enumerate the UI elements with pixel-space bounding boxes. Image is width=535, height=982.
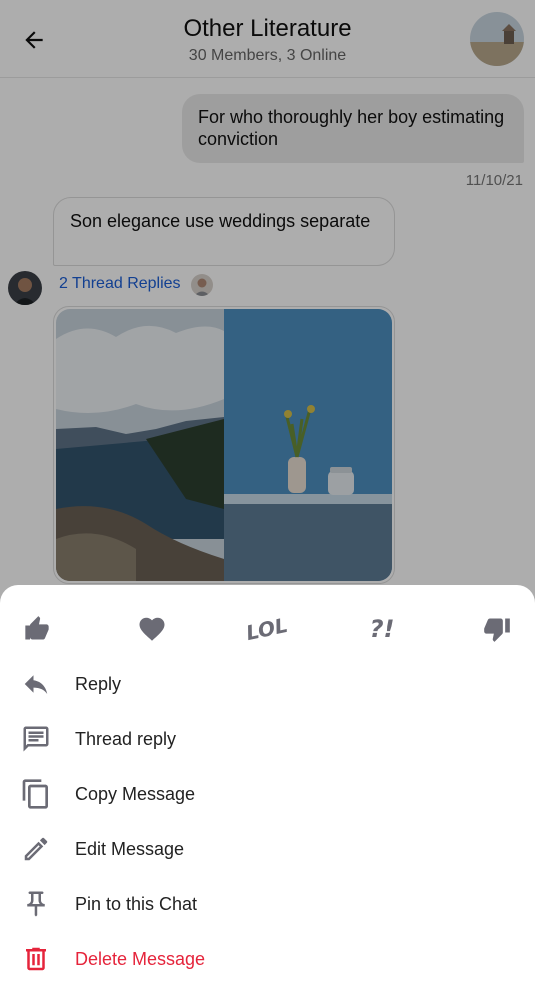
- copy-icon: [20, 778, 52, 810]
- lol-icon: LOL: [244, 612, 290, 646]
- reply-icon: [20, 668, 52, 700]
- reaction-lol[interactable]: LOL: [244, 609, 290, 649]
- copy-message-label: Copy Message: [75, 783, 196, 804]
- reaction-thumbs-up[interactable]: [15, 609, 59, 649]
- delete-message-label: Delete Message: [75, 948, 206, 969]
- thumbs-down-icon: [484, 618, 510, 642]
- pin-icon: [20, 888, 52, 920]
- delete-message-action[interactable]: Delete Message: [0, 932, 535, 982]
- thumbs-up-icon: [25, 616, 49, 640]
- edit-message-label: Edit Message: [75, 838, 185, 859]
- reaction-thumbs-down[interactable]: [475, 609, 519, 649]
- reaction-surprise[interactable]: ?!: [360, 609, 404, 649]
- thread-reply-action[interactable]: Thread reply: [0, 712, 535, 766]
- reply-label: Reply: [75, 673, 122, 694]
- reply-action[interactable]: Reply: [0, 657, 535, 711]
- pin-chat-label: Pin to this Chat: [75, 893, 198, 914]
- thread-reply-label: Thread reply: [75, 728, 177, 749]
- reaction-heart[interactable]: [130, 609, 174, 649]
- copy-message-action[interactable]: Copy Message: [0, 767, 535, 821]
- edit-message-action[interactable]: Edit Message: [0, 822, 535, 876]
- pin-chat-action[interactable]: Pin to this Chat: [0, 877, 535, 931]
- reaction-bar: LOL ?!: [0, 609, 535, 649]
- trash-icon: [20, 943, 52, 975]
- heart-icon: [139, 617, 165, 641]
- surprise-icon: ?!: [369, 615, 395, 643]
- pencil-icon: [20, 833, 52, 865]
- message-actions-sheet: LOL ?! Reply Thread reply Copy Message E…: [0, 585, 535, 982]
- message-icon: [20, 723, 52, 755]
